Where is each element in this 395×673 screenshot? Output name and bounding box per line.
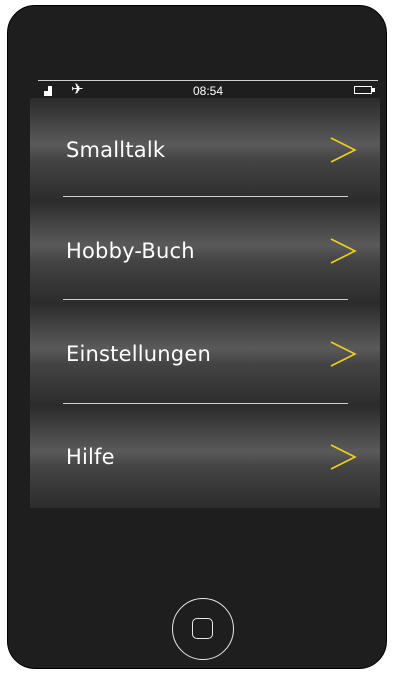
- main-menu: Smalltalk Hobby-Buch Einstellungen Hilfe: [30, 98, 380, 508]
- menu-item-label: Smalltalk: [66, 138, 166, 162]
- menu-item-hilfe[interactable]: Hilfe: [30, 405, 380, 508]
- divider: [63, 403, 348, 404]
- menu-item-label: Hilfe: [66, 445, 115, 469]
- menu-item-einstellungen[interactable]: Einstellungen: [30, 302, 380, 405]
- chevron-right-icon: [330, 444, 357, 470]
- chevron-right-icon: [330, 238, 357, 264]
- divider: [63, 196, 348, 197]
- chevron-right-icon: [330, 341, 357, 367]
- divider: [63, 299, 348, 300]
- menu-item-label: Einstellungen: [66, 342, 211, 366]
- home-button[interactable]: [172, 598, 234, 660]
- menu-item-label: Hobby-Buch: [66, 239, 195, 263]
- menu-item-smalltalk[interactable]: Smalltalk: [30, 98, 380, 201]
- status-time: 08:54: [192, 84, 224, 98]
- menu-item-hobby-buch[interactable]: Hobby-Buch: [30, 199, 380, 302]
- chevron-right-icon: [330, 137, 357, 163]
- battery-icon: [354, 86, 375, 94]
- home-square-icon: [192, 618, 213, 639]
